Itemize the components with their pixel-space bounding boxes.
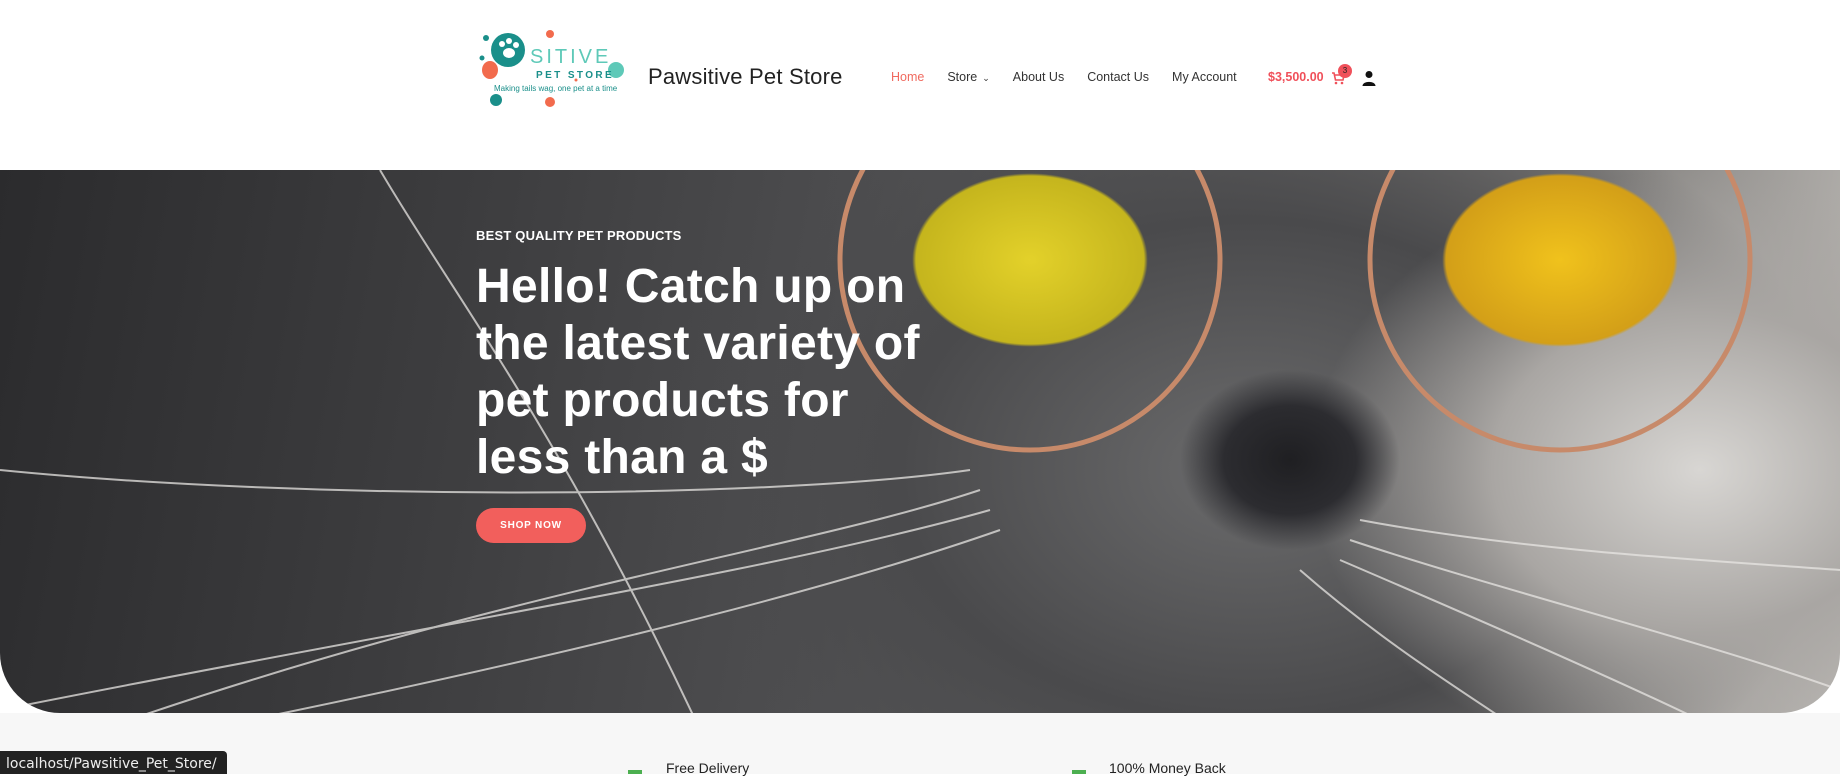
nav-item-about-us[interactable]: About Us (1013, 70, 1064, 84)
nav-item-store[interactable]: Store ⌄ (947, 70, 989, 84)
delivery-icon (628, 770, 642, 774)
shop-now-button[interactable]: SHOP NOW (476, 508, 586, 543)
status-bar-url: localhost/Pawsitive_Pet_Store/ (0, 751, 227, 774)
features-section (0, 713, 1840, 774)
user-icon[interactable] (1361, 70, 1377, 86)
site-title[interactable]: Pawsitive Pet Store (648, 64, 843, 90)
logo-sub-text: PET STORE (536, 70, 615, 81)
nav-item-my-account[interactable]: My Account (1172, 70, 1237, 84)
site-logo[interactable]: SITIVE PET STORE Making tails wag, one p… (476, 30, 640, 112)
cart-total[interactable]: $3,500.00 (1268, 70, 1324, 84)
nav-item-home[interactable]: Home (891, 70, 924, 84)
hero-kicker: BEST QUALITY PET PRODUCTS (476, 228, 682, 243)
main-nav: Home Store ⌄ About Us Contact Us My Accou… (891, 70, 1260, 84)
cart-count-badge: 3 (1338, 64, 1352, 78)
logo-tagline: Making tails wag, one pet at a time (494, 84, 618, 93)
hero-banner: BEST QUALITY PET PRODUCTS Hello! Catch u… (0, 170, 1840, 713)
nav-item-store-label: Store (947, 70, 978, 84)
nav-item-contact-us[interactable]: Contact Us (1087, 70, 1149, 84)
site-header: SITIVE PET STORE Making tails wag, one p… (0, 0, 1840, 170)
hero-title: Hello! Catch up on the latest variety of… (476, 260, 920, 484)
chevron-down-icon: ⌄ (982, 73, 990, 83)
logo-brand-text: SITIVE (530, 46, 612, 68)
money-back-icon (1072, 770, 1086, 774)
